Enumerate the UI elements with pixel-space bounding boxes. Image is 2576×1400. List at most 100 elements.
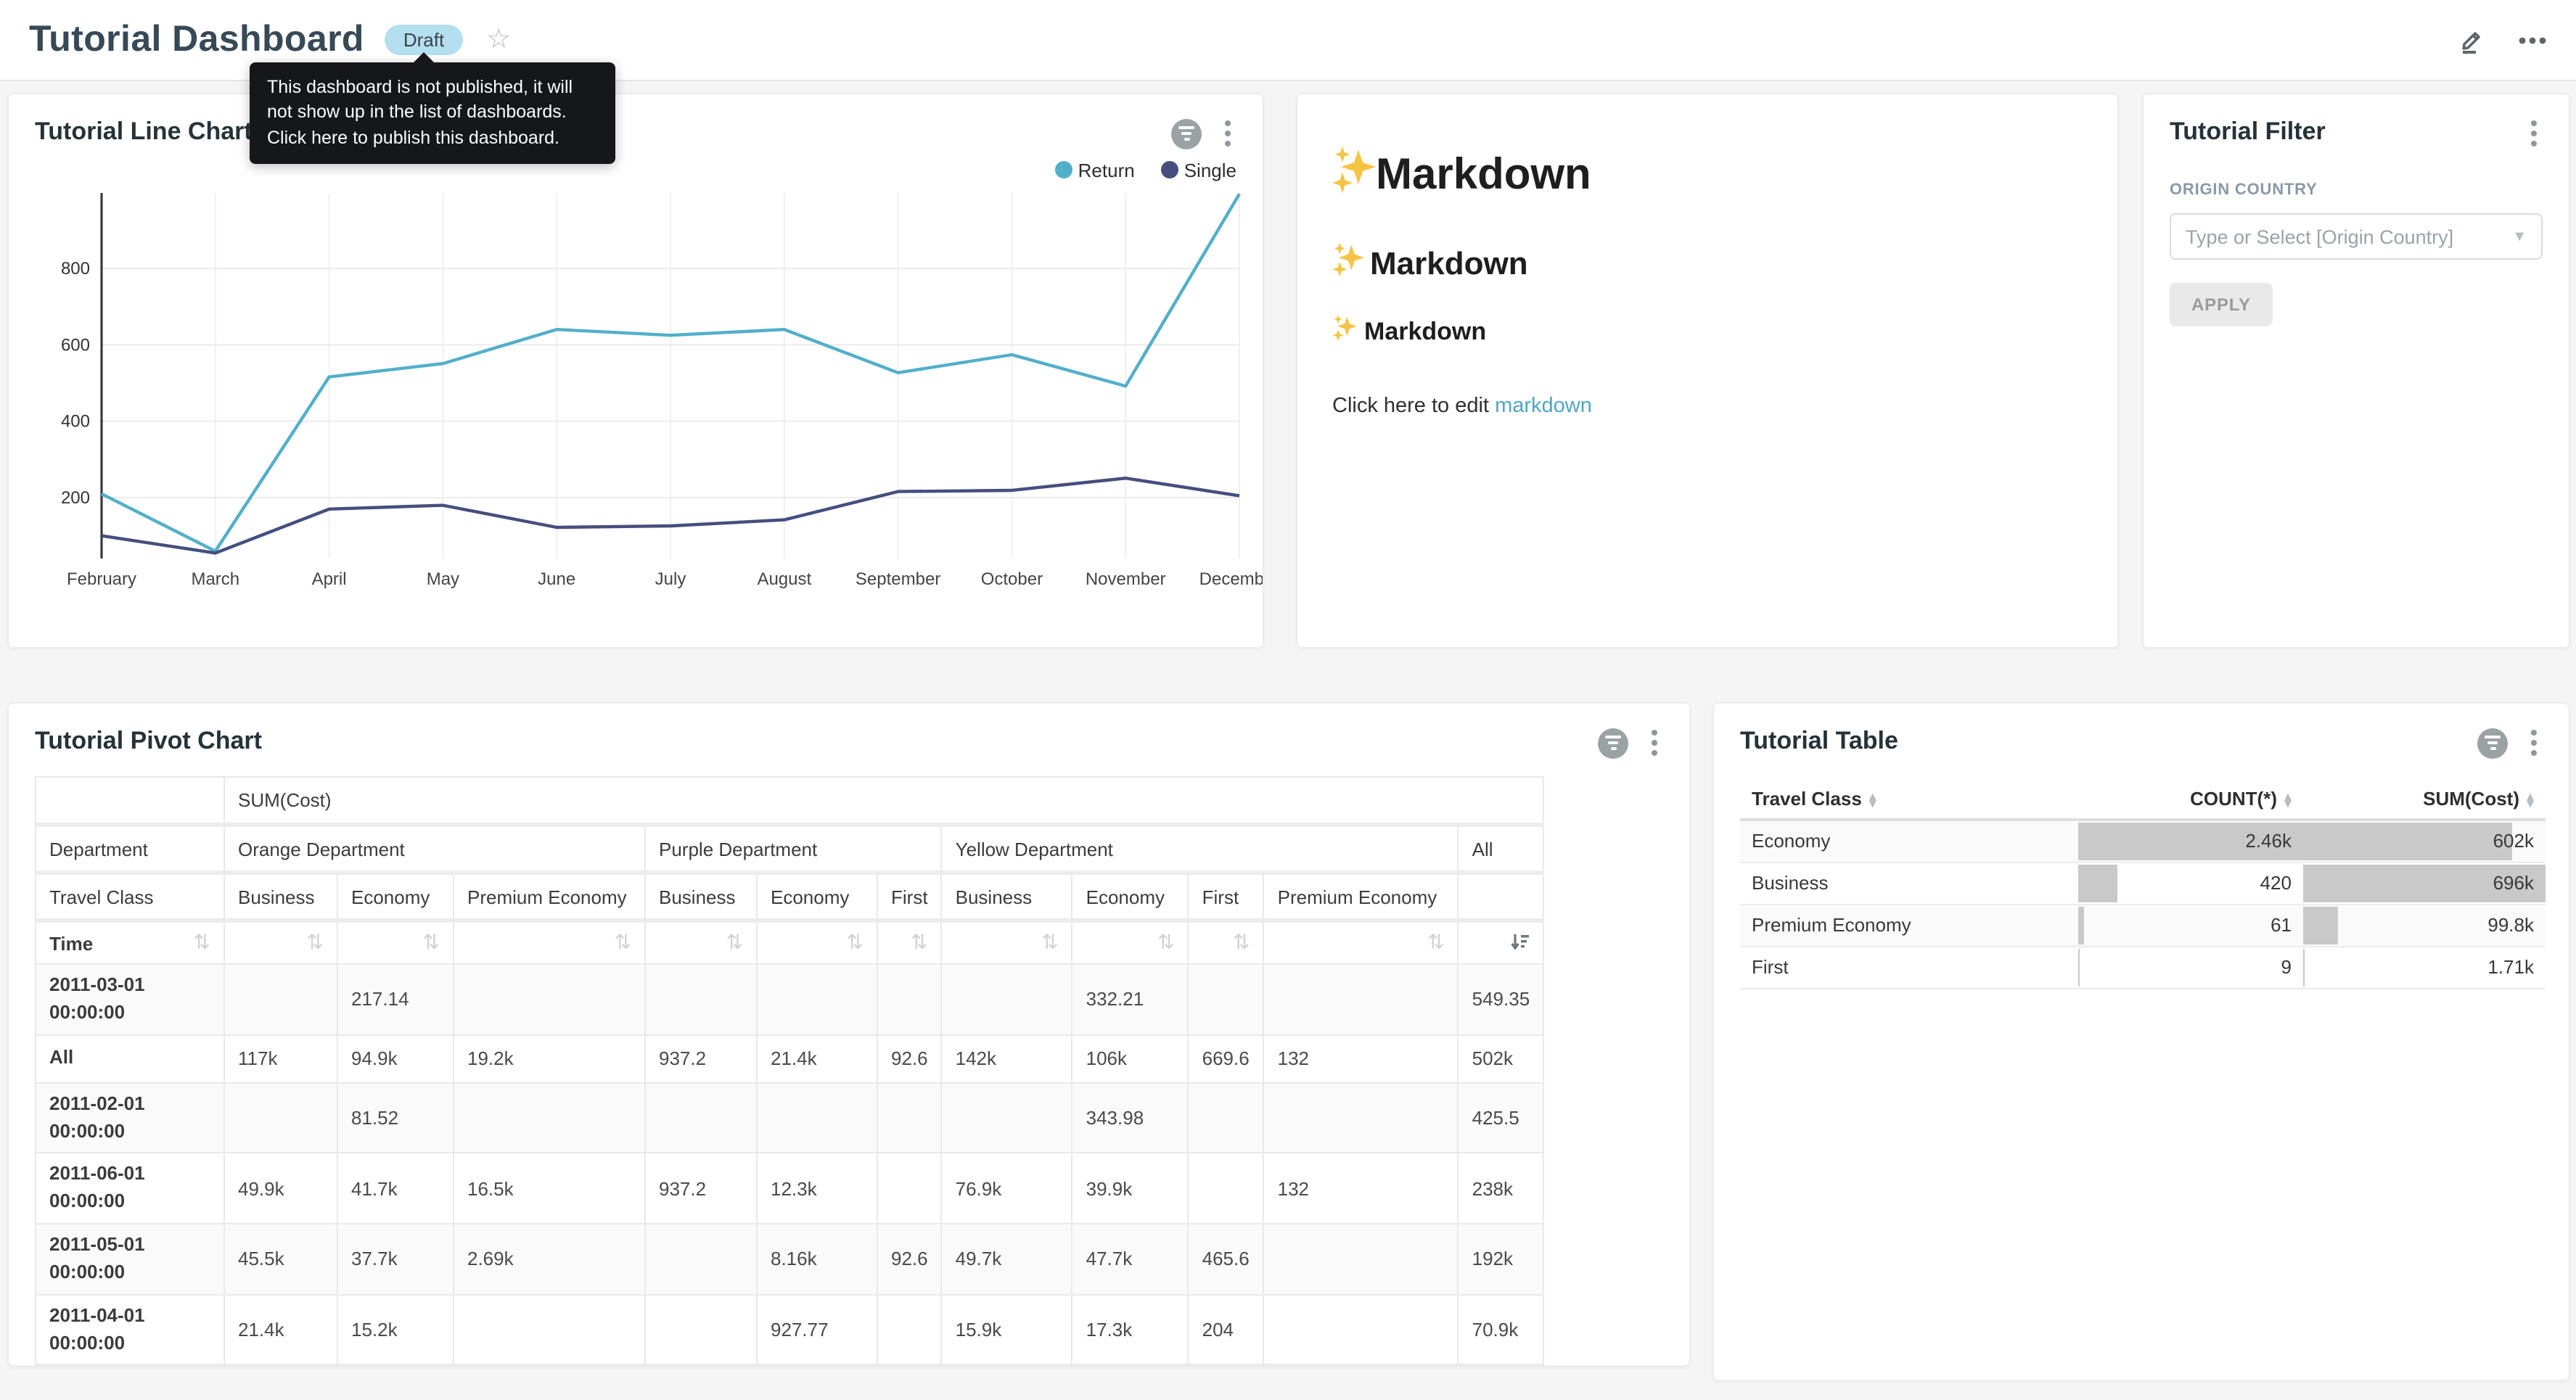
pivot-class-header: Business: [224, 873, 337, 921]
cell-count: 9: [2078, 946, 2303, 988]
applied-filters-icon[interactable]: [1598, 728, 1628, 758]
pivot-value-cell: 92.6: [877, 1034, 942, 1082]
filter-kebab-menu-icon[interactable]: [2525, 118, 2543, 149]
pivot-class-header: Economy: [1072, 873, 1189, 921]
pivot-value-cell: [1189, 964, 1264, 1034]
status-badge[interactable]: Draft: [385, 25, 463, 55]
pivot-value-cell: 49.9k: [224, 1153, 337, 1224]
line-chart-legend: Return Single: [35, 152, 1236, 187]
sparkles-icon: [1332, 147, 1376, 205]
pivot-value-cell: [877, 964, 942, 1034]
sort-icon[interactable]: ⇅: [726, 931, 743, 955]
pivot-table: SUM(Cost)DepartmentOrange DepartmentPurp…: [35, 776, 1544, 1366]
sort-icon[interactable]: ⇅: [847, 931, 864, 955]
chart-kebab-menu-icon[interactable]: [1219, 118, 1236, 149]
col-header-sum-cost[interactable]: SUM(Cost)▲▼: [2303, 779, 2546, 820]
sort-icon[interactable]: ⇅: [1041, 931, 1058, 955]
pivot-value-cell: 117k: [224, 1034, 337, 1082]
count-bar: [2078, 906, 2084, 944]
pivot-value-cell: 19.2k: [454, 1034, 645, 1082]
pivot-value-cell: 549.35: [1459, 964, 1544, 1034]
cell-travel-class: Business: [1740, 862, 2078, 904]
edit-pencil-icon[interactable]: [2457, 25, 2486, 54]
pivot-value-cell: [224, 964, 337, 1034]
pivot-value-cell: [1264, 1082, 1459, 1153]
pivot-value-cell: 217.14: [337, 964, 454, 1034]
table-row: First91.71k: [1740, 946, 2546, 988]
pivot-class-header: Business: [645, 873, 757, 921]
markdown-edit-link[interactable]: markdown: [1495, 395, 1592, 418]
pivot-value-cell: 937.2: [645, 1034, 757, 1082]
pivot-value-cell: [942, 964, 1072, 1034]
pivot-class-header: First: [1189, 873, 1264, 921]
table-row: Business420696k: [1740, 862, 2546, 904]
sort-icon[interactable]: ⇅: [194, 931, 210, 955]
sum-bar: [2303, 948, 2304, 986]
dashboard-page: Tutorial Dashboard Draft ☆ This dashboar…: [0, 0, 2576, 1400]
sort-icon[interactable]: ⇅: [1427, 931, 1444, 955]
cell-count: 61: [2078, 904, 2303, 946]
apply-button[interactable]: APPLY: [2170, 283, 2273, 326]
tutorial-table: Travel Class▲▼COUNT(*)▲▼SUM(Cost)▲▼Econo…: [1740, 779, 2546, 989]
sort-icon[interactable]: ⇅: [423, 931, 440, 955]
line-chart-title: Tutorial Line Chart: [35, 118, 253, 147]
more-options-ellipsis-icon[interactable]: [2518, 36, 2547, 44]
x-axis-tick: October: [981, 569, 1043, 589]
markdown-h2: Markdown: [1332, 242, 2083, 286]
table-row: Premium Economy6199.8k: [1740, 904, 2546, 946]
pivot-travel-class-row: Travel ClassBusinessEconomyPremium Econo…: [36, 873, 1543, 921]
page-title: Tutorial Dashboard: [29, 19, 364, 61]
origin-country-select[interactable]: Type or Select [Origin Country] ▼: [2170, 213, 2543, 260]
sort-icon[interactable]: ⇅: [307, 931, 324, 955]
pivot-group-header: Orange Department: [224, 825, 645, 873]
pivot-chart-panel: Tutorial Pivot Chart SUM(Cost)Department…: [7, 702, 1691, 1367]
pivot-chart-title: Tutorial Pivot Chart: [35, 727, 262, 756]
sort-icon[interactable]: ⇅: [1233, 931, 1250, 955]
pivot-value-cell: 238k: [1459, 1153, 1544, 1224]
pivot-value-cell: 669.6: [1189, 1034, 1264, 1082]
sort-icon[interactable]: ⇅: [911, 931, 927, 955]
markdown-panel: Markdown Markdown Markdown Click here to…: [1296, 93, 2119, 648]
tooltip-arrow: [412, 52, 435, 64]
sort-carets-icon: ▲▼: [2284, 794, 2292, 807]
col-header-count[interactable]: COUNT(*)▲▼: [2078, 779, 2303, 820]
pivot-value-cell: [1189, 1082, 1264, 1153]
pivot-metric-row: SUM(Cost): [36, 777, 1543, 825]
sum-bar: [2303, 906, 2338, 944]
pivot-kebab-menu-icon[interactable]: [1646, 727, 1663, 759]
y-axis-tick: 800: [61, 259, 90, 279]
sort-icon[interactable]: ⇅: [615, 931, 631, 955]
pivot-value-cell: 94.9k: [337, 1034, 454, 1082]
pivot-row-label: 2011-02-0100:00:00: [49, 1092, 145, 1141]
pivot-value-cell: 106k: [1072, 1034, 1189, 1082]
cell-sum: 696k: [2303, 862, 2546, 904]
cell-travel-class: First: [1740, 946, 2078, 988]
pivot-value-cell: [1189, 1153, 1264, 1224]
pivot-value-cell: 425.5: [1459, 1082, 1544, 1153]
applied-filters-icon[interactable]: [2477, 728, 2508, 758]
pivot-value-cell: [877, 1082, 942, 1153]
applied-filters-icon[interactable]: [1171, 118, 1202, 149]
pivot-group-header: Yellow Department: [942, 825, 1459, 873]
sort-icon[interactable]: ⇅: [1157, 931, 1174, 955]
pivot-value-cell: 39.9k: [1072, 1153, 1189, 1224]
pivot-value-cell: [645, 1295, 757, 1365]
pivot-value-cell: 45.5k: [224, 1224, 337, 1294]
pivot-value-cell: 937.2: [645, 1153, 757, 1224]
pivot-value-cell: 2.69k: [454, 1224, 645, 1294]
legend-item-single[interactable]: Single: [1161, 159, 1236, 181]
pivot-row-dim-label: Department: [36, 825, 224, 873]
x-axis-tick: April: [312, 569, 347, 589]
table-kebab-menu-icon[interactable]: [2525, 727, 2543, 759]
favorite-star-icon[interactable]: ☆: [486, 23, 511, 57]
pivot-value-cell: 17.3k: [1072, 1295, 1189, 1365]
legend-item-return[interactable]: Return: [1055, 159, 1135, 181]
pivot-value-cell: 81.52: [337, 1082, 454, 1153]
col-header-travel-class[interactable]: Travel Class▲▼: [1740, 779, 2078, 820]
sort-desc-icon[interactable]: [1511, 932, 1530, 950]
pivot-class-header: Premium Economy: [454, 873, 645, 921]
pivot-blank-cell: [36, 777, 224, 825]
pivot-value-cell: 92.6: [877, 1224, 942, 1294]
pivot-time-row: Time⇅⇅⇅⇅⇅⇅⇅⇅⇅⇅⇅: [36, 921, 1543, 964]
y-axis-tick: 400: [61, 412, 90, 432]
